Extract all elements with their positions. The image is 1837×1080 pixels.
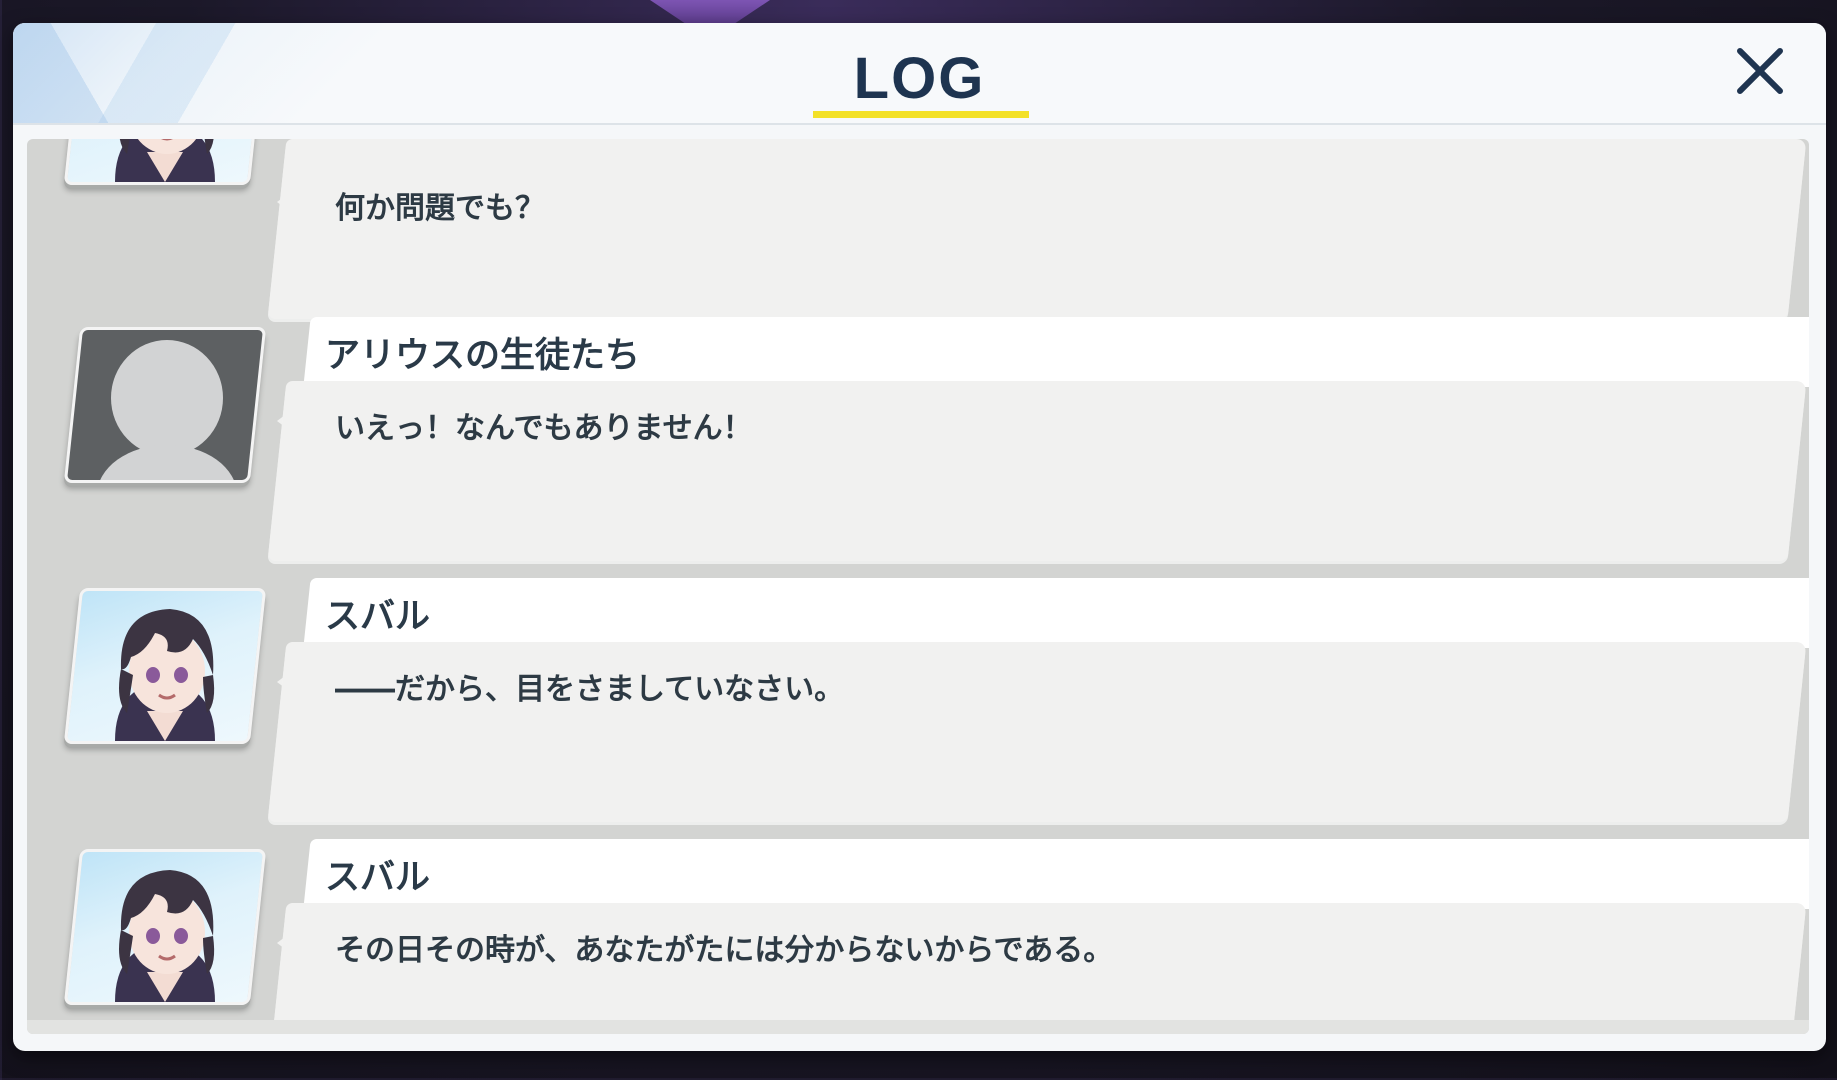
- log-list[interactable]: 何か問題でも？ アリウスの生徒たち いえっ！なんでもありません！ スバル ――だ…: [27, 139, 1809, 1034]
- character-portrait-icon: [115, 139, 215, 182]
- speaker-name: アリウスの生徒たち: [325, 336, 641, 376]
- speaker-namebar: [303, 578, 1809, 648]
- character-portrait-icon: [115, 870, 215, 1002]
- log-entry: アリウスの生徒たち いえっ！なんでもありません！: [27, 317, 1809, 561]
- avatar: [63, 139, 267, 185]
- log-header: LOG: [13, 23, 1826, 125]
- log-panel: LOG 何か問題でも？ アリウスの生徒たち いえっ！なんでもありません！ スバル…: [13, 23, 1826, 1051]
- message-text: 何か問題でも？: [335, 191, 545, 226]
- speaker-name: スバル: [325, 597, 431, 637]
- avatar: [63, 327, 267, 483]
- list-bottom-edge: [27, 1020, 1809, 1034]
- log-entry: スバル その日その時が、あなたがたには分からないからである。: [27, 839, 1809, 1034]
- avatar: [63, 849, 267, 1005]
- log-entry: 何か問題でも？: [27, 139, 1809, 319]
- person-silhouette-icon: [97, 340, 237, 480]
- avatar: [63, 588, 267, 744]
- close-button[interactable]: [1732, 43, 1788, 99]
- close-icon: [1737, 48, 1783, 94]
- title-underline: [813, 111, 1029, 118]
- log-title: LOG: [853, 46, 986, 111]
- message-text: その日その時が、あなたがたには分からないからである。: [335, 933, 1114, 968]
- message-text: ――だから、目をさましていなさい。: [335, 672, 845, 707]
- message-bubble: [267, 139, 1807, 319]
- speaker-namebar: [303, 839, 1809, 909]
- character-portrait-icon: [115, 609, 215, 741]
- message-text: いえっ！なんでもありません！: [335, 411, 753, 446]
- speaker-name: スバル: [325, 858, 431, 898]
- log-entry: スバル ――だから、目をさましていなさい。: [27, 578, 1809, 822]
